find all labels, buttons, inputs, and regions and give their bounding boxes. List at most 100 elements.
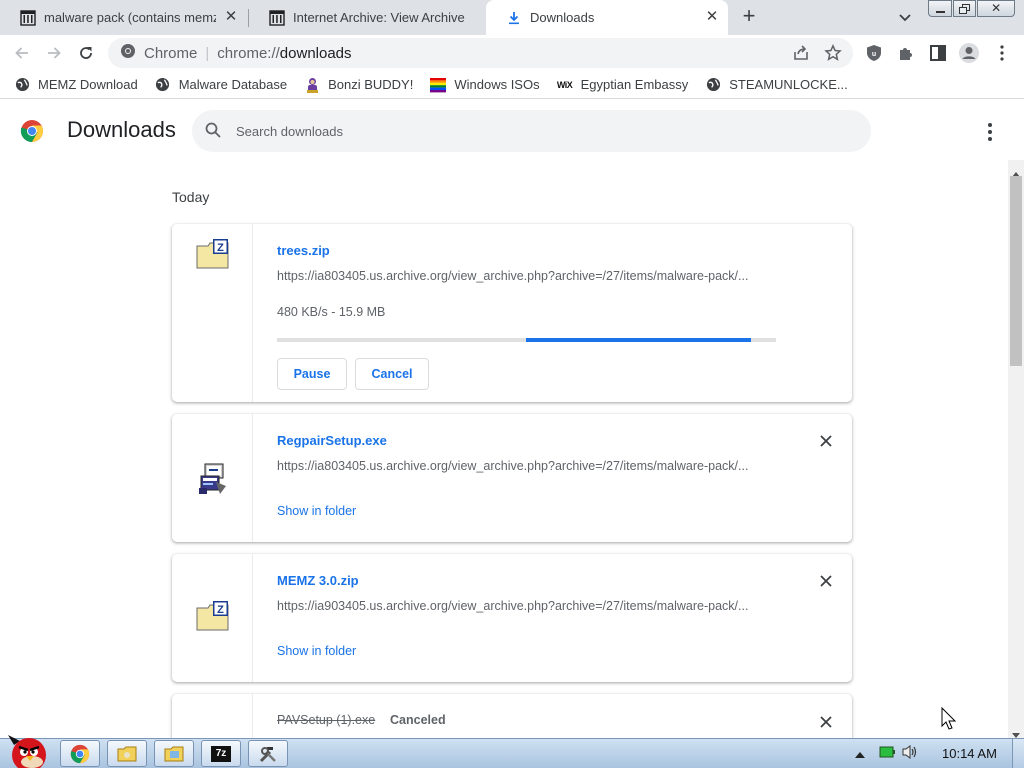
hammer-wrench-icon	[259, 746, 276, 762]
archive-columns-icon	[20, 9, 36, 26]
globe-icon	[705, 77, 721, 93]
shield-extension-icon[interactable]: u	[863, 42, 885, 64]
download-item-pavsetup: PAVSetup (1).exe Canceled	[172, 694, 852, 738]
tab-title: Internet Archive: View Archive	[293, 10, 465, 25]
close-tab-icon[interactable]: ✕	[704, 9, 720, 25]
svg-text:Z: Z	[217, 242, 224, 254]
url-scheme: chrome://	[217, 44, 280, 62]
setup-exe-icon	[196, 462, 228, 494]
taskbar-chrome-button[interactable]	[60, 740, 100, 767]
scroll-up-arrow-icon[interactable]	[1012, 164, 1020, 177]
address-bar[interactable]: Chrome | chrome://downloads	[108, 38, 853, 68]
canceled-file-name: PAVSetup (1).exe	[277, 713, 376, 727]
site-chip: Chrome	[144, 44, 198, 62]
wix-icon: WiX	[556, 79, 573, 90]
show-desktop-button[interactable]	[1012, 739, 1024, 768]
scrollbar-thumb[interactable]	[1010, 176, 1022, 366]
tab-title: Downloads	[530, 10, 595, 25]
download-arrow-icon	[506, 10, 522, 26]
search-icon	[204, 121, 222, 142]
file-icon-column: Z	[172, 554, 253, 682]
remove-item-icon[interactable]	[818, 714, 834, 730]
battery-icon[interactable]	[879, 745, 895, 763]
close-window-button[interactable]: ✕	[977, 0, 1015, 17]
search-downloads-field[interactable]	[192, 110, 871, 152]
close-tab-icon[interactable]: ✕	[223, 9, 239, 25]
remove-item-icon[interactable]	[818, 433, 834, 449]
downloads-header: Downloads	[0, 100, 1024, 160]
bookmark-star-icon[interactable]	[824, 43, 842, 66]
bookmark-malware-database[interactable]: Malware Database	[155, 77, 287, 93]
extensions-puzzle-icon[interactable]	[895, 42, 917, 64]
more-actions-icon[interactable]	[980, 120, 1000, 144]
tab-strip: malware pack (contains memz ✕ Internet A…	[0, 0, 1024, 35]
taskbar-explorer-button[interactable]	[107, 740, 147, 767]
file-icon-column	[172, 694, 253, 738]
bookmark-label: Egyptian Embassy	[580, 77, 689, 92]
taskbar-tools-button[interactable]	[248, 740, 288, 767]
file-name-link[interactable]: trees.zip	[277, 243, 330, 258]
download-progress-bar	[277, 338, 776, 342]
chrome-logo-icon	[20, 119, 44, 143]
back-button[interactable]	[10, 41, 34, 65]
page-scrollbar[interactable]	[1008, 160, 1024, 738]
mouse-pointer-icon	[941, 706, 957, 731]
scroll-down-arrow-icon[interactable]	[1012, 726, 1020, 738]
omnibox-divider: |	[205, 44, 210, 62]
file-url[interactable]: https://ia803405.us.archive.org/view_arc…	[277, 269, 777, 283]
bookmark-label: Bonzi BUDDY!	[328, 77, 414, 92]
file-icon-column: Z	[172, 224, 253, 402]
folder-pictures-icon	[164, 746, 184, 761]
volume-icon[interactable]	[901, 744, 919, 765]
taskbar-clock[interactable]: 10:14 AM	[942, 746, 997, 761]
remove-item-icon[interactable]	[818, 573, 834, 589]
bonzi-icon	[304, 77, 320, 93]
profile-avatar-icon[interactable]	[958, 42, 980, 64]
new-tab-button[interactable]: +	[738, 5, 760, 29]
show-in-folder-link[interactable]: Show in folder	[277, 644, 356, 658]
bookmark-egyptian-embassy[interactable]: WiX Egyptian Embassy	[556, 77, 689, 93]
zip-folder-icon: Z	[196, 600, 229, 632]
tab-title: malware pack (contains memz	[44, 10, 216, 25]
minimize-button[interactable]	[928, 0, 952, 17]
downloads-list: Today Z trees.zip https://ia803405.us.ar…	[0, 160, 1008, 738]
show-hidden-icons-icon[interactable]	[855, 745, 865, 763]
download-item-memz-zip: Z MEMZ 3.0.zip https://ia903405.us.archi…	[172, 554, 852, 682]
file-icon-column	[172, 414, 253, 542]
tab-malware-pack[interactable]: malware pack (contains memz ✕	[0, 0, 247, 35]
cancel-button[interactable]: Cancel	[355, 358, 429, 390]
taskbar-files-button[interactable]	[154, 740, 194, 767]
restore-button[interactable]	[952, 0, 977, 17]
file-url[interactable]: https://ia903405.us.archive.org/view_arc…	[277, 599, 777, 613]
windows-taskbar: 7z 10:14 AM	[0, 735, 1024, 768]
bookmark-windows-isos[interactable]: Windows ISOs	[430, 77, 540, 93]
file-name-link[interactable]: MEMZ 3.0.zip	[277, 573, 359, 588]
pause-button[interactable]: Pause	[277, 358, 347, 390]
share-icon[interactable]	[792, 44, 810, 66]
tab-downloads[interactable]: Downloads ✕	[486, 0, 728, 35]
url-text: chrome://downloads	[217, 45, 351, 62]
taskbar-7zip-button[interactable]: 7z	[201, 740, 241, 767]
file-url[interactable]: https://ia803405.us.archive.org/view_arc…	[277, 459, 777, 473]
bookmark-bonzi-buddy[interactable]: Bonzi BUDDY!	[304, 77, 413, 93]
bookmark-label: Windows ISOs	[454, 77, 540, 92]
chrome-menu-icon[interactable]	[991, 42, 1013, 64]
svg-text:u: u	[872, 51, 876, 58]
download-status: 480 KB/s - 15.9 MB	[277, 305, 386, 319]
bookmark-label: MEMZ Download	[38, 77, 138, 92]
file-name-link[interactable]: RegpairSetup.exe	[277, 433, 387, 448]
show-in-folder-link[interactable]: Show in folder	[277, 504, 356, 518]
forward-button[interactable]	[42, 41, 66, 65]
bookmark-memz-download[interactable]: MEMZ Download	[14, 77, 138, 93]
chrome-logo-icon	[70, 744, 90, 763]
side-panel-icon[interactable]	[927, 42, 949, 64]
browser-toolbar: Chrome | chrome://downloads u	[0, 35, 1024, 71]
svg-text:Z: Z	[217, 604, 224, 616]
bookmark-steamunlocked[interactable]: STEAMUNLOCKE...	[705, 77, 848, 93]
bookmarks-bar: MEMZ Download Malware Database Bonzi BUD…	[0, 71, 1024, 99]
reload-button[interactable]	[74, 41, 98, 65]
tab-search-chevron-icon[interactable]	[896, 8, 914, 26]
tab-view-archive[interactable]: Internet Archive: View Archive	[249, 0, 485, 35]
search-input[interactable]	[236, 123, 836, 139]
start-button-angry-bird-icon[interactable]	[4, 731, 54, 768]
